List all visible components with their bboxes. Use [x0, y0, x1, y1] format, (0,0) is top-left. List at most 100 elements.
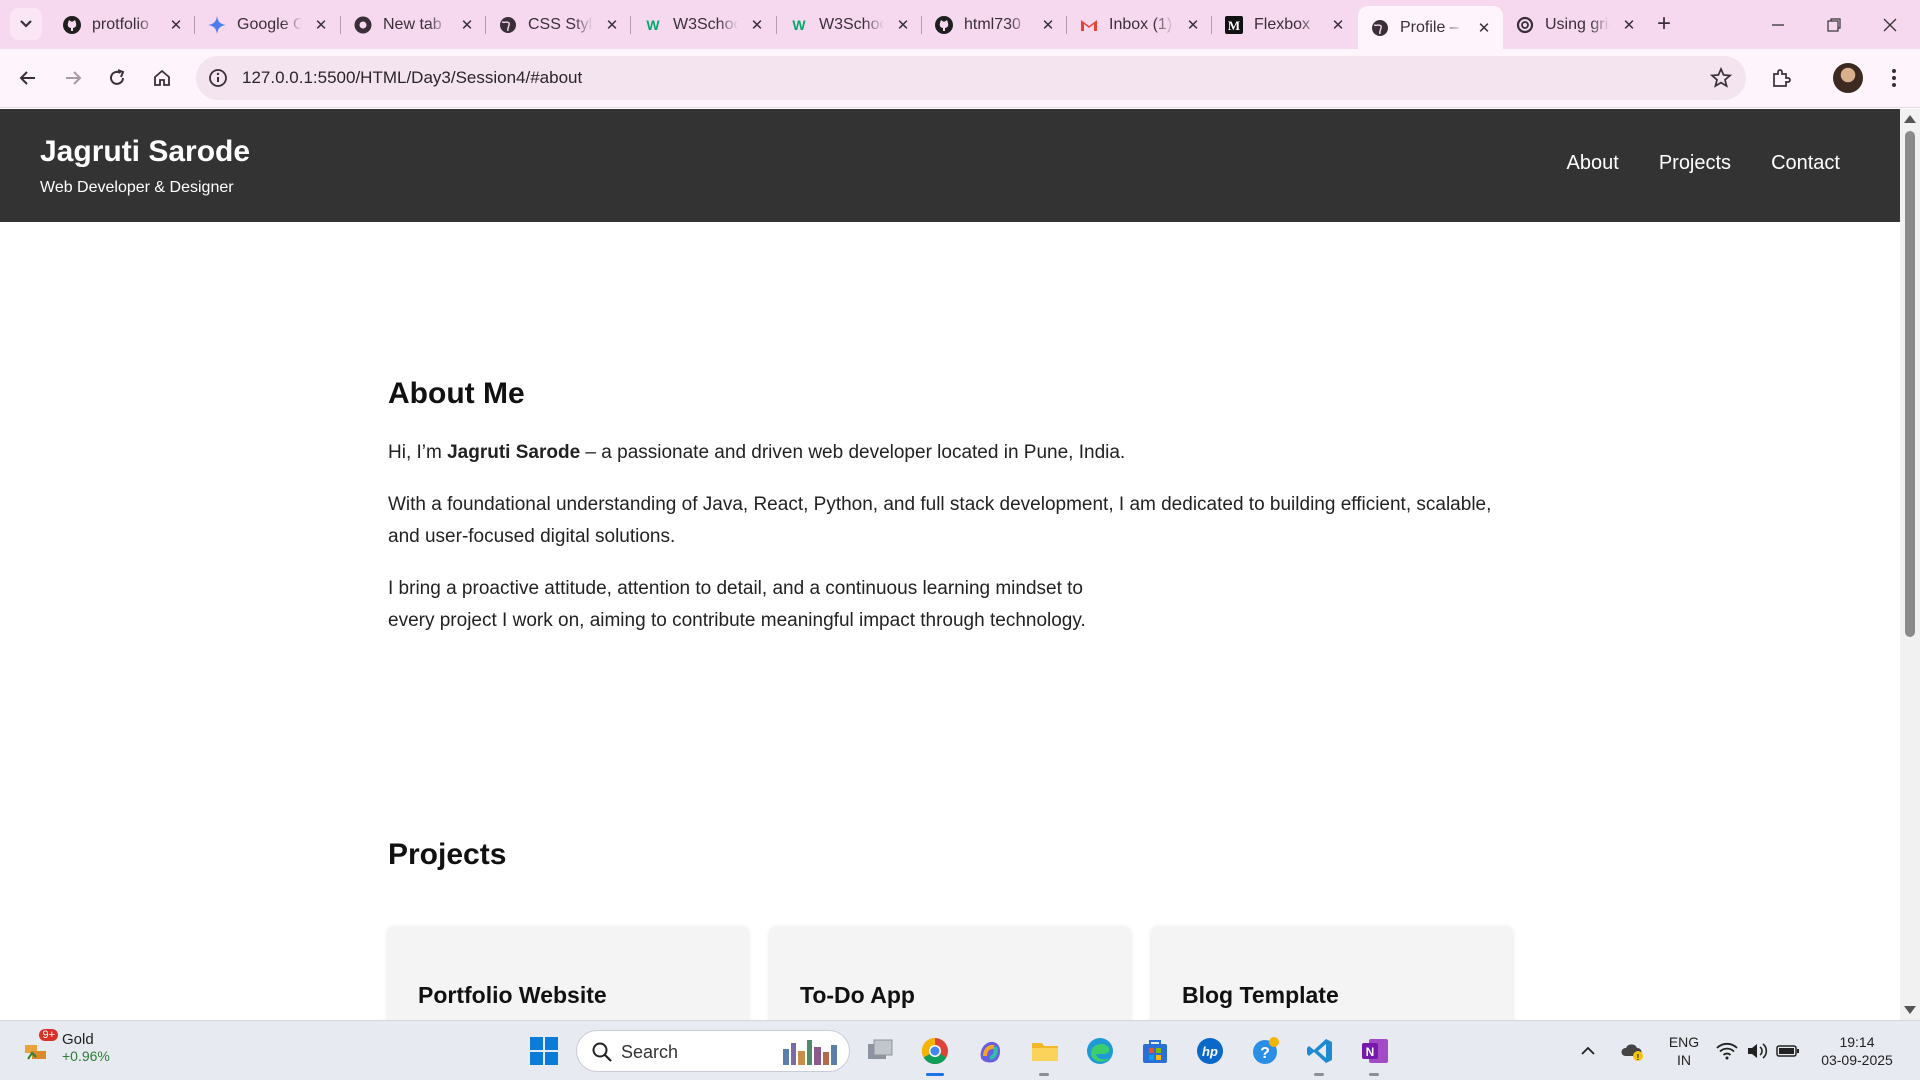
vscode-icon: [1307, 1039, 1332, 1063]
minimize-icon: [1772, 23, 1784, 26]
onenote-taskbar-button[interactable]: N: [1357, 1033, 1393, 1069]
forward-button[interactable]: [55, 60, 91, 96]
city-skyline-icon: [783, 1040, 837, 1065]
back-button[interactable]: [10, 60, 46, 96]
reload-button[interactable]: [99, 60, 135, 96]
close-tab-icon[interactable]: ✕: [458, 16, 476, 34]
site-info-icon[interactable]: [208, 68, 228, 88]
tab-title: New tab: [383, 15, 442, 33]
language-indicator[interactable]: ENG IN: [1664, 1021, 1704, 1080]
close-tab-icon[interactable]: ✕: [312, 16, 330, 34]
scroll-down-icon[interactable]: [1904, 1006, 1916, 1014]
store-taskbar-button[interactable]: [1137, 1033, 1173, 1069]
close-tab-icon[interactable]: ✕: [167, 16, 185, 34]
chrome-icon: [353, 15, 373, 35]
nav-link-contact[interactable]: Contact: [1771, 152, 1840, 175]
scroll-up-icon[interactable]: [1904, 115, 1916, 123]
browser-tab[interactable]: W W3Schools ✕: [777, 6, 922, 43]
page-viewport: Jagruti Sarode Web Developer & Designer …: [0, 109, 1900, 1020]
about-skills: With a foundational understanding of Jav…: [388, 494, 1492, 547]
language-line1: ENG: [1668, 1034, 1700, 1050]
close-tab-icon[interactable]: ✕: [894, 16, 912, 34]
site-nav: About Projects Contact: [1567, 152, 1840, 175]
close-icon: [1883, 18, 1897, 31]
close-tab-icon[interactable]: ✕: [1329, 16, 1347, 34]
browser-tab[interactable]: html730 ✕: [922, 6, 1067, 43]
project-card[interactable]: Blog Template: [1152, 926, 1512, 1020]
tab-search-button[interactable]: [10, 8, 42, 40]
scrollbar-thumb[interactable]: [1905, 131, 1915, 637]
page-scrollbar[interactable]: [1900, 109, 1920, 1020]
clock[interactable]: 19:14 03-09-2025: [1812, 1021, 1902, 1080]
wifi-icon: [1716, 1042, 1738, 1060]
tab-separator: [485, 16, 486, 34]
menu-button[interactable]: [1876, 60, 1912, 96]
project-card-title: Blog Template: [1182, 982, 1339, 1008]
minimize-button[interactable]: [1750, 0, 1806, 49]
hp-taskbar-button[interactable]: hp: [1192, 1033, 1228, 1069]
tray-overflow-button[interactable]: [1580, 1021, 1596, 1080]
new-tab-button[interactable]: +: [1650, 10, 1678, 38]
site-tagline: Web Developer & Designer: [40, 179, 234, 196]
profile-avatar[interactable]: [1833, 63, 1863, 93]
globe-icon: [1370, 18, 1390, 38]
tab-title: protfolio: [92, 15, 149, 33]
close-tab-icon[interactable]: ✕: [748, 16, 766, 34]
close-window-button[interactable]: [1862, 0, 1918, 49]
browser-tab[interactable]: Using grid ✕: [1503, 6, 1648, 43]
medium-icon: M: [1224, 15, 1244, 35]
browser-tab[interactable]: Google Gemini ✕: [195, 6, 340, 43]
vscode-taskbar-button[interactable]: [1302, 1033, 1338, 1069]
browser-tab[interactable]: Profile – ✕: [1358, 6, 1503, 49]
file-explorer-button[interactable]: [1027, 1033, 1063, 1069]
w3schools-icon: W: [789, 15, 809, 35]
browser-tab[interactable]: W W3Schools ✕: [631, 6, 776, 43]
vscode-running-indicator: [1314, 1073, 1324, 1076]
start-button[interactable]: [526, 1033, 562, 1069]
close-tab-icon[interactable]: ✕: [1475, 19, 1493, 37]
browser-tab[interactable]: protfolio ✕: [50, 6, 195, 43]
close-tab-icon[interactable]: ✕: [1620, 16, 1638, 34]
chrome-taskbar-button[interactable]: [917, 1033, 953, 1069]
language-line2: IN: [1677, 1052, 1691, 1068]
copilot-taskbar-button[interactable]: [972, 1033, 1008, 1069]
tab-separator: [1066, 16, 1067, 34]
nav-link-projects[interactable]: Projects: [1659, 152, 1731, 175]
home-button[interactable]: [144, 60, 180, 96]
url-text[interactable]: 127.0.0.1:5500/HTML/Day3/Session4/#about: [242, 68, 582, 88]
restore-button[interactable]: [1806, 0, 1862, 49]
browser-tab[interactable]: M Flexbox ✕: [1212, 6, 1357, 43]
chevron-down-icon: [20, 20, 32, 28]
project-card[interactable]: To-Do App: [770, 926, 1130, 1020]
edge-icon: [1087, 1038, 1113, 1064]
volume-icon: [1748, 1043, 1768, 1059]
search-icon: [592, 1042, 612, 1062]
clock-date: 03-09-2025: [1821, 1052, 1893, 1068]
extensions-button[interactable]: [1763, 60, 1799, 96]
help-taskbar-button[interactable]: ?: [1247, 1033, 1283, 1069]
nav-link-about[interactable]: About: [1567, 152, 1619, 175]
address-bar[interactable]: 127.0.0.1:5500/HTML/Day3/Session4/#about: [196, 56, 1746, 100]
browser-tab[interactable]: Inbox (1) ✕: [1067, 6, 1212, 43]
about-attitude-line2: every project I work on, aiming to contr…: [388, 610, 1086, 631]
browser-tab[interactable]: CSS Styling ✕: [486, 6, 631, 43]
svg-text:hp: hp: [1202, 1044, 1218, 1059]
close-tab-icon[interactable]: ✕: [1039, 16, 1057, 34]
svg-text:W: W: [792, 17, 806, 33]
about-attitude-line1: I bring a proactive attitude, attention …: [388, 578, 1084, 599]
close-tab-icon[interactable]: ✕: [1184, 16, 1202, 34]
projects-section: Projects Portfolio Website To-Do App Blo…: [388, 838, 1512, 1020]
edge-taskbar-button[interactable]: [1082, 1033, 1118, 1069]
weather-widget[interactable]: 9+ Gold +0.96%: [22, 1028, 110, 1064]
about-intro-prefix: Hi, I’m: [388, 442, 448, 463]
task-view-button[interactable]: [862, 1033, 898, 1069]
close-tab-icon[interactable]: ✕: [603, 16, 621, 34]
onedrive-tray-icon[interactable]: !: [1620, 1021, 1644, 1080]
about-heading: About Me: [388, 377, 525, 410]
bookmark-star-icon[interactable]: [1710, 67, 1732, 89]
project-card[interactable]: Portfolio Website: [388, 926, 748, 1020]
browser-tab[interactable]: New tab ✕: [341, 6, 486, 43]
system-tray-status[interactable]: [1716, 1021, 1800, 1080]
svg-text:W: W: [646, 17, 660, 33]
taskbar-search[interactable]: Search: [576, 1030, 850, 1072]
